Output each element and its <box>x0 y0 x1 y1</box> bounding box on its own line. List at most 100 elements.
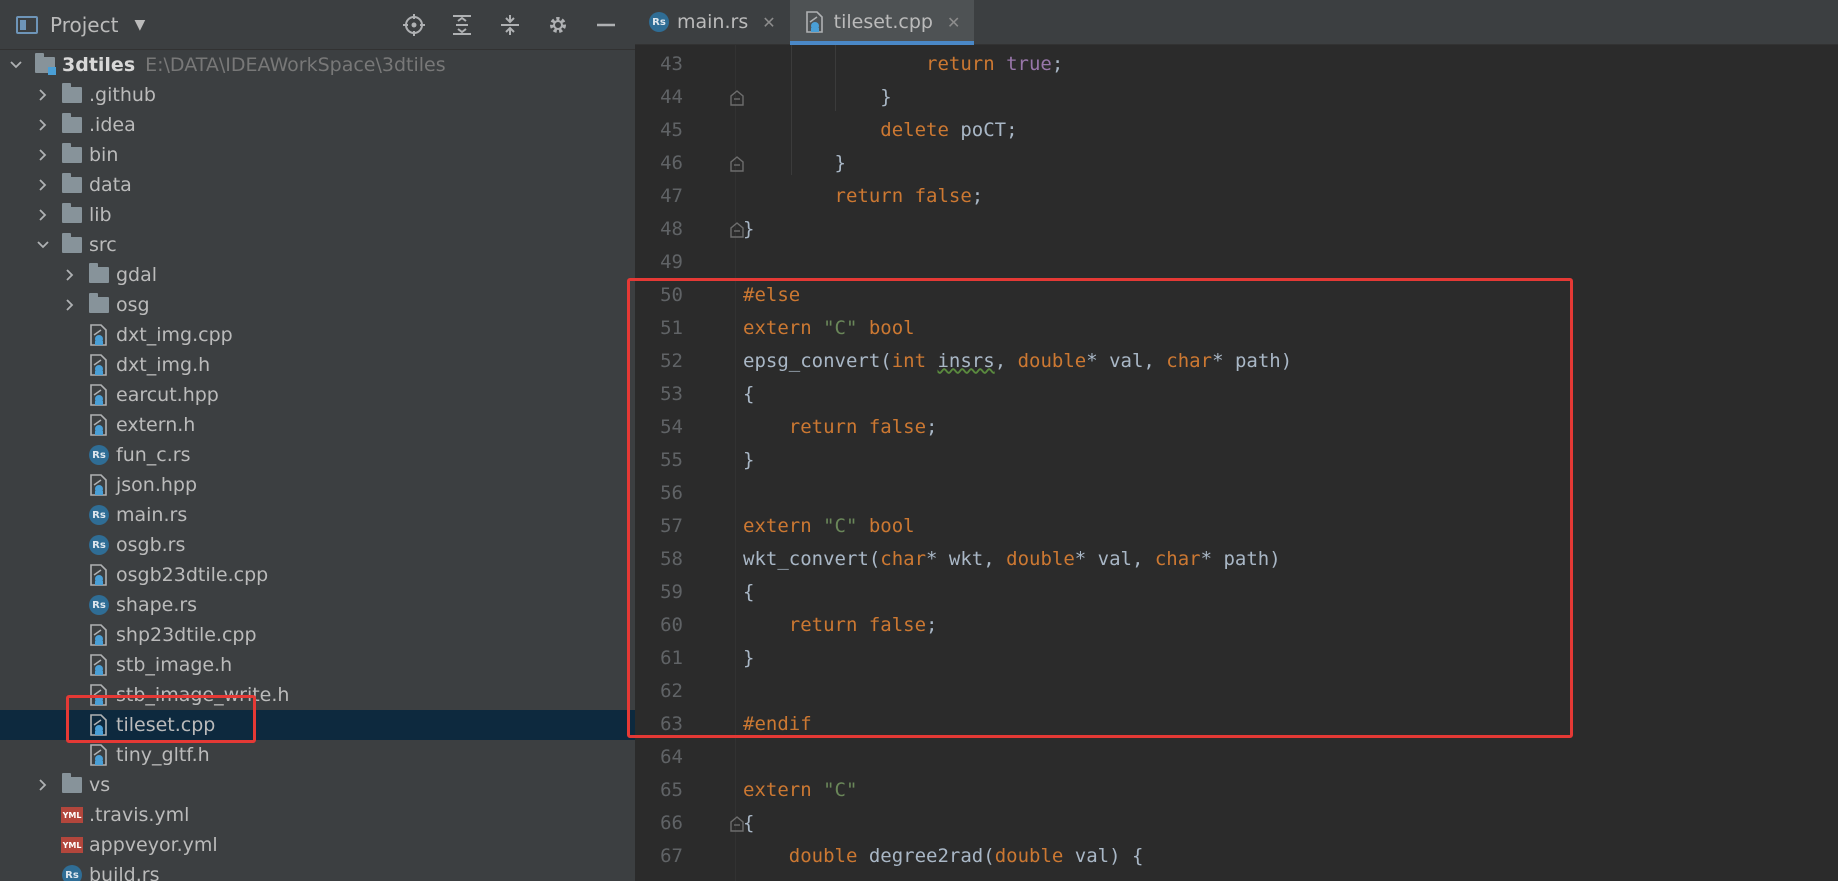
line-number: 65 <box>660 778 683 801</box>
tree-item[interactable]: Rs osgb.rs <box>0 530 635 560</box>
tree-item-label: .idea <box>89 114 136 136</box>
project-panel: Project ▼ 3dtiles E:\DATA\IDEAWorkSpace\… <box>0 0 635 881</box>
line-number: 66 <box>660 811 683 834</box>
tree-item-label: stb_image.h <box>116 654 233 676</box>
fold-icon[interactable] <box>730 815 744 832</box>
tree-item[interactable]: bin <box>0 140 635 170</box>
tree-root-3dtiles[interactable]: 3dtiles E:\DATA\IDEAWorkSpace\3dtiles <box>0 50 635 80</box>
chevron-right-icon[interactable] <box>35 117 51 133</box>
tree-item-label: shape.rs <box>116 594 198 616</box>
tree-item[interactable]: osgb23dtile.cpp <box>0 560 635 590</box>
tree-item[interactable]: YML .travis.yml <box>0 800 635 830</box>
code-text: return false; <box>743 185 984 207</box>
cpp-file-icon <box>88 414 110 436</box>
expand-all-icon[interactable] <box>449 12 475 38</box>
line-number: 47 <box>660 184 683 207</box>
tree-item[interactable]: Rs build.rs <box>0 860 635 881</box>
tree-item[interactable]: osg <box>0 290 635 320</box>
tree-item[interactable]: YML appveyor.yml <box>0 830 635 860</box>
code-text: double degree2rad(double val) { <box>743 844 1144 867</box>
folder-icon <box>88 293 110 316</box>
project-view-selector[interactable]: Project ▼ <box>0 13 145 37</box>
chevron-right-icon[interactable] <box>62 297 78 313</box>
code-token: double <box>788 844 869 867</box>
tree-item[interactable]: .idea <box>0 110 635 140</box>
chevron-right-icon[interactable] <box>35 87 51 103</box>
line-number: 43 <box>660 52 683 75</box>
tree-item[interactable]: data <box>0 170 635 200</box>
cpp-file-icon <box>88 384 110 406</box>
project-panel-icon <box>16 15 38 34</box>
code-token: delete <box>880 118 961 141</box>
tree-item-label: build.rs <box>89 864 160 881</box>
line-number: 45 <box>660 118 683 141</box>
folder-icon <box>61 203 83 226</box>
line-number: 67 <box>660 844 683 867</box>
tree-item-label: tiny_gltf.h <box>116 744 210 766</box>
tree-item[interactable]: lib <box>0 200 635 230</box>
chevron-right-icon[interactable] <box>62 267 78 283</box>
code-token: double <box>994 844 1075 867</box>
tree-item[interactable]: Rs shape.rs <box>0 590 635 620</box>
tree-item[interactable]: json.hpp <box>0 470 635 500</box>
gear-icon[interactable] <box>545 12 571 38</box>
code-token: extern <box>743 778 824 801</box>
tree-item[interactable]: vs <box>0 770 635 800</box>
folder-icon <box>88 263 110 286</box>
line-number: 48 <box>660 217 683 240</box>
tree-item-label: bin <box>89 144 119 166</box>
code-token: { <box>743 811 755 834</box>
code-token: } <box>743 217 755 240</box>
tree-item[interactable]: extern.h <box>0 410 635 440</box>
cpp-file-icon <box>88 474 110 496</box>
rust-file-icon: Rs <box>88 534 110 556</box>
tree-item[interactable]: dxt_img.cpp <box>0 320 635 350</box>
chevron-down-icon[interactable] <box>8 57 24 73</box>
tree-item-label: earcut.hpp <box>116 384 219 406</box>
chevron-right-icon[interactable] <box>35 777 51 793</box>
locate-icon[interactable] <box>401 12 427 38</box>
chevron-right-icon[interactable] <box>35 147 51 163</box>
tree-item[interactable]: dxt_img.h <box>0 350 635 380</box>
code-token: "C" <box>823 778 858 801</box>
cpp-file-icon <box>88 744 110 766</box>
tree-item-label: vs <box>89 774 111 796</box>
fold-icon[interactable] <box>730 221 744 238</box>
code-text: { <box>743 812 754 834</box>
close-icon[interactable]: ✕ <box>762 13 775 32</box>
code-text: } <box>743 86 891 108</box>
project-tree: 3dtiles E:\DATA\IDEAWorkSpace\3dtiles .g… <box>0 50 635 881</box>
project-panel-title: Project <box>50 12 119 37</box>
chevron-right-icon[interactable] <box>35 177 51 193</box>
tree-item[interactable]: tiny_gltf.h <box>0 740 635 770</box>
hide-icon[interactable] <box>593 12 619 38</box>
cpp-file-icon <box>88 324 110 346</box>
tree-item-label: main.rs <box>116 504 188 526</box>
chevron-right-icon[interactable] <box>35 207 51 223</box>
tree-item[interactable]: src <box>0 230 635 260</box>
tree-item[interactable]: Rs fun_c.rs <box>0 440 635 470</box>
fold-icon[interactable] <box>730 89 744 106</box>
tree-item[interactable]: .github <box>0 80 635 110</box>
fold-icon[interactable] <box>730 155 744 172</box>
tab-tileset-cpp[interactable]: tileset.cpp ✕ <box>789 0 975 45</box>
chevron-down-icon[interactable] <box>35 237 51 253</box>
tree-item-label: extern.h <box>116 414 196 436</box>
tree-item[interactable]: gdal <box>0 260 635 290</box>
line-number: 64 <box>660 745 683 768</box>
code-line: 45 delete poCT; <box>635 113 1838 146</box>
tree-item[interactable]: shp23dtile.cpp <box>0 620 635 650</box>
chevron-down-icon[interactable]: ▼ <box>134 17 145 33</box>
tab-main-rs[interactable]: Rs main.rs ✕ <box>635 0 790 44</box>
tree-item[interactable]: Rs main.rs <box>0 500 635 530</box>
tree-item[interactable]: stb_image.h <box>0 650 635 680</box>
line-number: 49 <box>660 250 683 273</box>
collapse-all-icon[interactable] <box>497 12 523 38</box>
code-line: 47 return false; <box>635 179 1838 212</box>
code-token: val) { <box>1074 844 1144 867</box>
close-icon[interactable]: ✕ <box>947 13 960 32</box>
tree-item-label: .travis.yml <box>89 804 190 826</box>
tree-item[interactable]: earcut.hpp <box>0 380 635 410</box>
